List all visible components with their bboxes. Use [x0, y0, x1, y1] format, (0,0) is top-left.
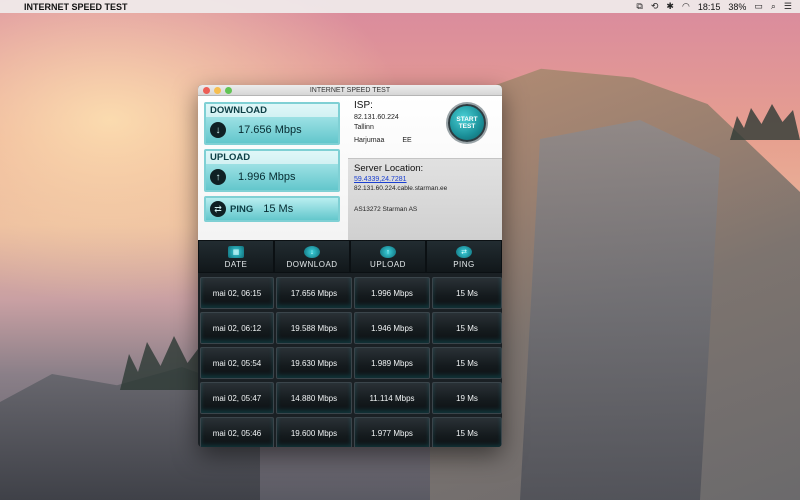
window-titlebar[interactable]: INTERNET SPEED TEST [198, 85, 502, 96]
screen-share-icon[interactable]: ⧉ [636, 1, 642, 12]
download-label: DOWNLOAD [206, 104, 338, 117]
row-ping: 15 Ms [432, 417, 502, 447]
row-download: 19.630 Mbps [276, 347, 352, 379]
wifi-icon[interactable]: ◠ [682, 1, 690, 12]
speed-summary: DOWNLOAD ↓ 17.656 Mbps UPLOAD ↑ 1.996 Mb… [204, 102, 340, 226]
row-upload: 1.977 Mbps [354, 417, 430, 447]
server-info: Server Location: 59.4339,24.7281 82.131.… [348, 158, 502, 240]
row-download: 14.880 Mbps [276, 382, 352, 414]
row-date: mai 02, 05:46 [200, 417, 274, 447]
upload-value: 1.996 Mbps [238, 171, 296, 183]
row-ping: 15 Ms [432, 312, 502, 344]
upload-icon: ↑ [380, 246, 396, 258]
ping-icon: ⇄ [456, 246, 472, 258]
start-label: START [456, 115, 478, 123]
isp-info: ISP: 82.131.60.224 Tallinn Harjumaa EE S… [348, 96, 502, 156]
app-menu-name[interactable]: INTERNET SPEED TEST [24, 2, 128, 12]
row-ping: 15 Ms [432, 347, 502, 379]
minimize-window-button[interactable] [214, 87, 221, 94]
table-row[interactable]: mai 02, 05:54 19.630 Mbps 1.989 Mbps 15 … [200, 347, 502, 379]
row-date: mai 02, 06:12 [200, 312, 274, 344]
row-ping: 19 Ms [432, 382, 502, 414]
tree-silhouette-right [730, 104, 800, 140]
bluetooth-icon[interactable]: ✱ [666, 1, 674, 12]
row-upload: 1.989 Mbps [354, 347, 430, 379]
test-label: TEST [458, 123, 476, 130]
server-title: Server Location: [354, 163, 424, 174]
column-upload-label: UPLOAD [370, 260, 406, 269]
table-row[interactable]: mai 02, 05:46 19.600 Mbps 1.977 Mbps 15 … [200, 417, 502, 447]
notification-center-icon[interactable]: ☰ [784, 1, 792, 12]
tree-silhouette [120, 336, 210, 390]
menu-bar: INTERNET SPEED TEST ⧉ ⟲ ✱ ◠ 18:15 38% ▭ … [0, 0, 800, 13]
server-coords-link[interactable]: 59.4339,24.7281 [354, 176, 496, 183]
results-panel: DOWNLOAD ↓ 17.656 Mbps UPLOAD ↑ 1.996 Mb… [198, 96, 502, 240]
upload-box: UPLOAD ↑ 1.996 Mbps [204, 149, 340, 192]
speed-test-window: INTERNET SPEED TEST DOWNLOAD ↓ 17.656 Mb… [198, 85, 502, 447]
isp-country: EE [402, 137, 412, 144]
download-value: 17.656 Mbps [238, 124, 302, 136]
isp-region: Harjumaa [354, 137, 385, 144]
table-row[interactable]: mai 02, 06:15 17.656 Mbps 1.996 Mbps 15 … [200, 277, 502, 309]
table-row[interactable]: mai 02, 06:12 19.588 Mbps 1.946 Mbps 15 … [200, 312, 502, 344]
start-test-button[interactable]: START TEST [448, 104, 486, 142]
battery-percent[interactable]: 38% [728, 2, 746, 12]
upload-arrow-icon: ↑ [210, 169, 226, 185]
connection-info: ISP: 82.131.60.224 Tallinn Harjumaa EE S… [348, 96, 502, 240]
clock-time[interactable]: 18:15 [698, 2, 721, 12]
server-host: 82.131.60.224.cable.starman.ee [354, 185, 448, 192]
calendar-icon: ▦ [228, 246, 244, 258]
window-title: INTERNET SPEED TEST [309, 86, 391, 94]
row-download: 19.588 Mbps [276, 312, 352, 344]
ping-label: PING [230, 203, 254, 215]
history-list: mai 02, 06:15 17.656 Mbps 1.996 Mbps 15 … [198, 273, 502, 447]
server-as: AS13272 Starman AS [354, 206, 418, 213]
row-download: 17.656 Mbps [276, 277, 352, 309]
download-icon: ↓ [304, 246, 320, 258]
row-upload: 1.946 Mbps [354, 312, 430, 344]
mountain-face [520, 120, 720, 500]
ping-box: ⇄ PING 15 Ms [204, 196, 340, 222]
time-machine-icon[interactable]: ⟲ [651, 1, 659, 12]
download-box: DOWNLOAD ↓ 17.656 Mbps [204, 102, 340, 145]
window-controls [203, 87, 232, 94]
row-ping: 15 Ms [432, 277, 502, 309]
close-window-button[interactable] [203, 87, 210, 94]
upload-label: UPLOAD [206, 151, 338, 164]
history-header: ▦ DATE ↓ DOWNLOAD ↑ UPLOAD ⇄ PING [198, 240, 502, 273]
column-date-label: DATE [224, 260, 248, 269]
spotlight-search-icon[interactable]: ⌕ [771, 1, 776, 12]
menu-extras: ⧉ ⟲ ✱ ◠ 18:15 38% ▭ ⌕ ☰ [636, 0, 792, 13]
column-ping[interactable]: ⇄ PING [427, 241, 501, 272]
row-date: mai 02, 05:54 [200, 347, 274, 379]
column-date[interactable]: ▦ DATE [199, 241, 273, 272]
row-upload: 11.114 Mbps [354, 382, 430, 414]
row-download: 19.600 Mbps [276, 417, 352, 447]
row-date: mai 02, 05:47 [200, 382, 274, 414]
row-upload: 1.996 Mbps [354, 277, 430, 309]
zoom-window-button[interactable] [225, 87, 232, 94]
column-upload[interactable]: ↑ UPLOAD [351, 241, 425, 272]
ping-arrows-icon: ⇄ [210, 201, 226, 217]
download-arrow-icon: ↓ [210, 122, 226, 138]
column-download[interactable]: ↓ DOWNLOAD [275, 241, 349, 272]
ping-value: 15 Ms [263, 203, 294, 215]
column-ping-label: PING [453, 260, 475, 269]
column-download-label: DOWNLOAD [286, 260, 338, 269]
row-date: mai 02, 06:15 [200, 277, 274, 309]
battery-icon[interactable]: ▭ [754, 1, 763, 12]
table-row[interactable]: mai 02, 05:47 14.880 Mbps 11.114 Mbps 19… [200, 382, 502, 414]
